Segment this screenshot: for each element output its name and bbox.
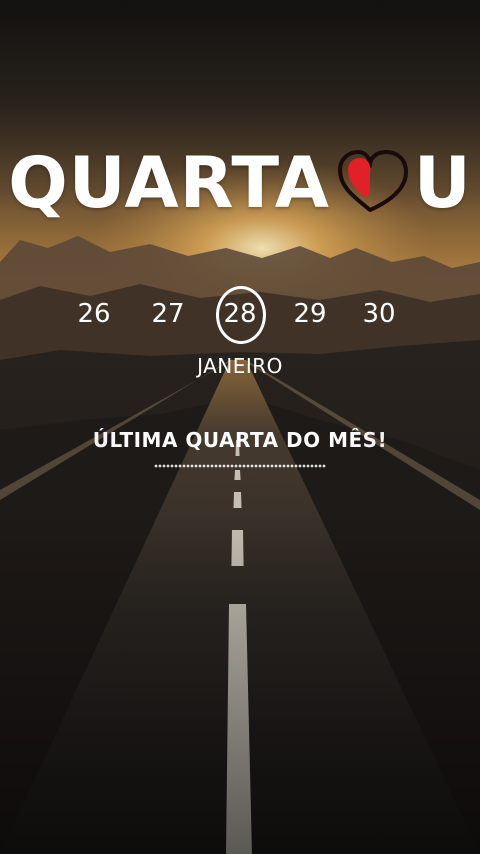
day-selector: 26 27 28 29 30 [0, 286, 480, 344]
subtitle: ÚLTIMA QUARTA DO MÊS! [0, 428, 480, 452]
day-27[interactable]: 27 [138, 288, 198, 340]
title-tail: U [413, 142, 472, 224]
dotted-divider [154, 464, 326, 468]
quartou-title: QUARTA U [0, 138, 480, 228]
day-number: 27 [151, 299, 185, 329]
day-number: 26 [77, 299, 111, 329]
road-sunset-background [0, 0, 480, 854]
day-28-selected[interactable]: 28 [210, 286, 270, 344]
selected-day-ring [216, 286, 266, 344]
day-number: 30 [362, 299, 396, 329]
day-number: 29 [293, 299, 327, 329]
title-word: QUARTA [8, 142, 330, 224]
day-29[interactable]: 29 [280, 288, 340, 340]
month-label: JANEIRO [197, 354, 283, 378]
heart-icon [337, 150, 408, 212]
day-30[interactable]: 30 [349, 288, 409, 340]
story-canvas: QUARTA U 26 27 28 29 30 JANEIRO ÚLTIMA Q… [0, 0, 480, 854]
day-26[interactable]: 26 [64, 288, 124, 340]
